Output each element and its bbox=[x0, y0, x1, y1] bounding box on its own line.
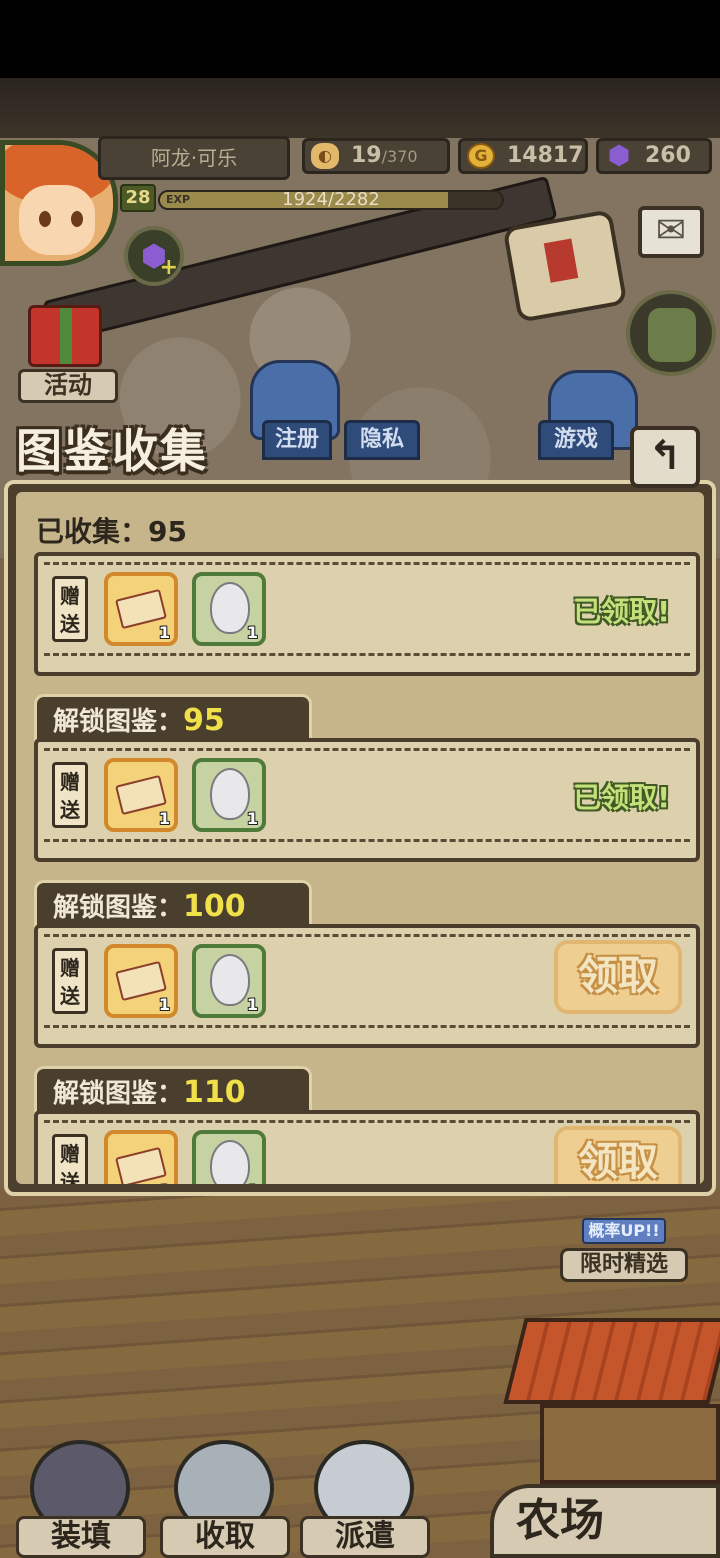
gift-box-icon bbox=[28, 305, 102, 367]
exp-text: 1924/2282 bbox=[282, 190, 380, 210]
quest-scroll-button[interactable] bbox=[502, 209, 628, 323]
exp-bar: EXP 1924/2282 bbox=[158, 190, 504, 210]
reward-row: 赠送 1 1 领取 bbox=[34, 1110, 700, 1184]
gold-display[interactable]: G 14817 bbox=[458, 138, 588, 174]
back-button[interactable]: ↰ bbox=[630, 426, 700, 488]
egg-item[interactable]: 1 bbox=[192, 758, 266, 832]
collected-label: 已收集： bbox=[36, 515, 149, 548]
dispatch-button[interactable]: 派遣 bbox=[300, 1440, 430, 1558]
claimed-status: 已领取! bbox=[573, 595, 670, 628]
tab-game[interactable]: 游戏 bbox=[538, 420, 614, 460]
dispatch-label: 派遣 bbox=[300, 1516, 430, 1558]
gem-display[interactable]: ⬢ 260 bbox=[596, 138, 712, 174]
item-count: 1 bbox=[246, 623, 258, 642]
reward-row: 赠送 1 1 已领取! bbox=[34, 552, 700, 676]
gift-label: 赠送 bbox=[52, 576, 88, 642]
ticket-item[interactable]: 1 bbox=[104, 944, 178, 1018]
tab-privacy[interactable]: 隐私 bbox=[344, 420, 420, 460]
envelope-icon: ✉ bbox=[655, 210, 687, 251]
claimed-status: 已领取! bbox=[573, 781, 670, 814]
load-button[interactable]: 装填 bbox=[16, 1440, 146, 1558]
egg-icon bbox=[210, 954, 250, 1006]
unlock-value: 95 bbox=[183, 703, 225, 738]
collection-panel: 已收集：95 赠送 1 1 已领取! 解锁图鉴：95 赠送 1 1 已领取! 解… bbox=[4, 480, 716, 1196]
claim-button[interactable]: 领取 bbox=[554, 1126, 682, 1184]
purple-gem-icon: ⬢ bbox=[607, 141, 631, 171]
egg-item[interactable]: 1 bbox=[192, 944, 266, 1018]
event-label: 活动 bbox=[18, 369, 118, 403]
ticket-item[interactable]: 1 bbox=[104, 758, 178, 832]
unlock-label: 解锁图鉴： bbox=[53, 1079, 184, 1109]
gold-value: 14817 bbox=[507, 143, 584, 168]
mail-button[interactable]: ✉ bbox=[638, 206, 704, 258]
reward-row: 赠送 1 1 已领取! bbox=[34, 738, 700, 862]
limited-selection-label: 限时精选 bbox=[560, 1248, 688, 1282]
gold-coin-icon: G bbox=[467, 143, 495, 169]
bread-icon: ◐ bbox=[311, 143, 339, 169]
stamina-max: /370 bbox=[381, 147, 418, 166]
panel-title: 图鉴收集 bbox=[16, 424, 208, 478]
backpack-button[interactable] bbox=[626, 290, 716, 376]
collected-value: 95 bbox=[148, 515, 187, 548]
farm-button[interactable]: 农场 bbox=[490, 1484, 720, 1558]
egg-icon bbox=[210, 1140, 250, 1184]
ticket-item[interactable]: 1 bbox=[104, 1130, 178, 1184]
item-count: 1 bbox=[158, 809, 170, 828]
status-bar bbox=[0, 0, 720, 78]
ticket-item[interactable]: 1 bbox=[104, 572, 178, 646]
farm-roof bbox=[503, 1318, 720, 1404]
ticket-icon bbox=[115, 1146, 167, 1184]
load-label: 装填 bbox=[16, 1516, 146, 1558]
gift-label: 赠送 bbox=[52, 948, 88, 1014]
item-count: 1 bbox=[159, 1181, 170, 1184]
unlock-value: 100 bbox=[183, 889, 246, 924]
gem-value: 260 bbox=[645, 143, 691, 168]
collection-list[interactable]: 已收集：95 赠送 1 1 已领取! 解锁图鉴：95 赠送 1 1 已领取! 解… bbox=[16, 492, 704, 1184]
collect-label: 收取 bbox=[160, 1516, 290, 1558]
player-name: 阿龙·可乐 bbox=[98, 136, 290, 180]
return-arrow-icon: ↰ bbox=[648, 433, 682, 479]
item-count: 1 bbox=[158, 623, 170, 642]
tab-register[interactable]: 注册 bbox=[262, 420, 332, 460]
item-count: 1 bbox=[158, 995, 170, 1014]
claim-button[interactable]: 领取 bbox=[554, 940, 682, 1014]
egg-icon bbox=[210, 768, 250, 820]
unlock-label: 解锁图鉴： bbox=[53, 707, 184, 737]
egg-item[interactable]: 1 bbox=[192, 572, 266, 646]
reward-row: 赠送 1 1 领取 bbox=[34, 924, 700, 1048]
collect-button[interactable]: 收取 bbox=[160, 1440, 290, 1558]
event-button[interactable]: 活动 bbox=[10, 285, 120, 415]
farm-building bbox=[540, 1404, 720, 1484]
collected-count: 已收集：95 bbox=[36, 510, 187, 550]
item-count: 1 bbox=[247, 1181, 258, 1184]
item-count: 1 bbox=[246, 809, 258, 828]
gift-label: 赠送 bbox=[52, 762, 88, 828]
item-count: 1 bbox=[246, 995, 258, 1014]
limited-selection-button[interactable]: 概率UP!! 限时精选 bbox=[560, 1200, 688, 1284]
stamina-value: 19 bbox=[351, 143, 382, 168]
unlock-label: 解锁图鉴： bbox=[53, 893, 184, 923]
egg-icon bbox=[210, 582, 250, 634]
gift-label: 赠送 bbox=[52, 1134, 88, 1184]
egg-item[interactable]: 1 bbox=[192, 1130, 266, 1184]
unlock-value: 110 bbox=[183, 1075, 246, 1110]
plus-icon: + bbox=[159, 255, 178, 280]
level-badge: 28 bbox=[120, 184, 156, 212]
rate-up-badge: 概率UP!! bbox=[582, 1218, 666, 1244]
add-gems-button[interactable]: ⬢ + bbox=[124, 226, 184, 286]
stamina-display[interactable]: ◐ 19/370 bbox=[302, 138, 450, 174]
